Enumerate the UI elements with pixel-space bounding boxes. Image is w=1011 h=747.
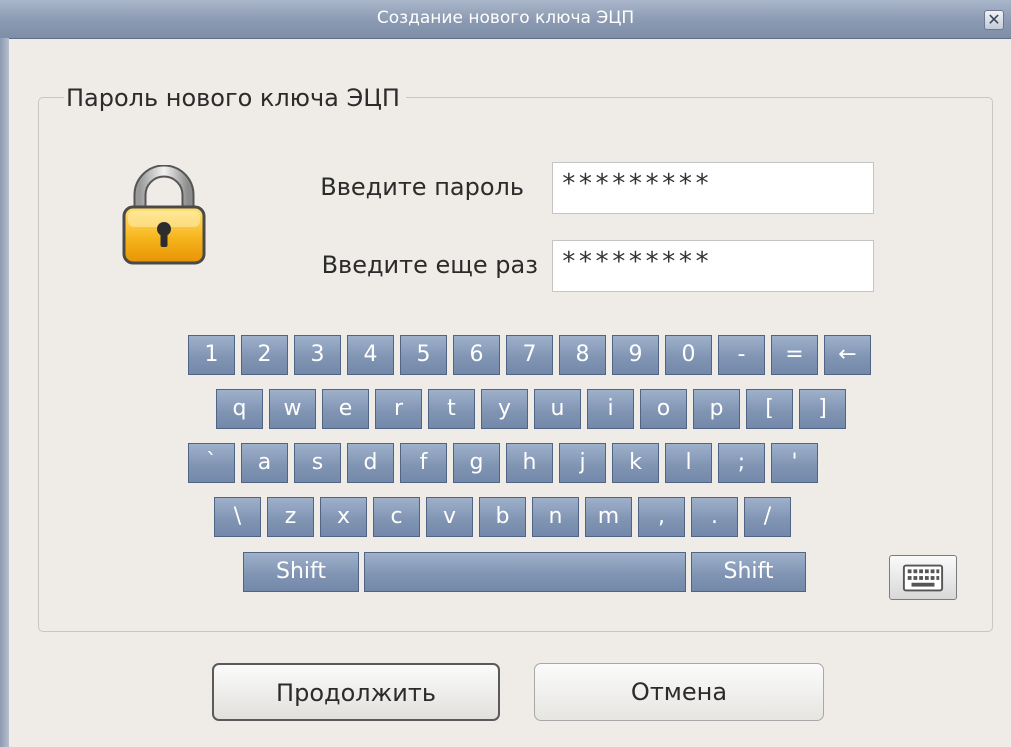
key-row4-3[interactable]: c xyxy=(373,497,420,537)
key-row1-6[interactable]: 7 xyxy=(506,335,553,375)
key-row2-5[interactable]: y xyxy=(481,389,528,429)
key-row1-3[interactable]: 4 xyxy=(347,335,394,375)
confirm-password-input[interactable]: ********* xyxy=(552,240,874,292)
keyboard-icon[interactable] xyxy=(889,555,957,600)
key-row4-2[interactable]: x xyxy=(320,497,367,537)
key-row4-10[interactable]: / xyxy=(744,497,791,537)
key-row2-9[interactable]: p xyxy=(693,389,740,429)
key-row3-4[interactable]: f xyxy=(400,443,447,483)
key-row3-0[interactable]: ` xyxy=(188,443,235,483)
window-left-edge xyxy=(0,38,9,747)
key-row2-0[interactable]: q xyxy=(216,389,263,429)
dialog-window: Создание нового ключа ЭЦП ✕ Пароль новог… xyxy=(0,0,1011,747)
close-icon[interactable]: ✕ xyxy=(984,10,1004,30)
key-row4-7[interactable]: m xyxy=(585,497,632,537)
key-shift-right[interactable]: Shift xyxy=(691,552,806,592)
key-row3-2[interactable]: s xyxy=(294,443,341,483)
key-row2-1[interactable]: w xyxy=(269,389,316,429)
key-row1-4[interactable]: 5 xyxy=(400,335,447,375)
key-row1-5[interactable]: 6 xyxy=(453,335,500,375)
key-row4-9[interactable]: . xyxy=(691,497,738,537)
title-bar: Создание нового ключа ЭЦП ✕ xyxy=(0,0,1011,39)
key-row4-5[interactable]: b xyxy=(479,497,526,537)
key-row3-11[interactable]: ' xyxy=(771,443,818,483)
key-row1-1[interactable]: 2 xyxy=(241,335,288,375)
group-legend: Пароль нового ключа ЭЦП xyxy=(64,84,406,112)
key-row2-8[interactable]: o xyxy=(640,389,687,429)
cancel-button[interactable]: Отмена xyxy=(534,663,824,721)
key-row2-7[interactable]: i xyxy=(587,389,634,429)
key-row1-11[interactable]: = xyxy=(771,335,818,375)
key-row2-10[interactable]: [ xyxy=(746,389,793,429)
key-row4-8[interactable]: , xyxy=(638,497,685,537)
key-row2-6[interactable]: u xyxy=(534,389,581,429)
key-row1-10[interactable]: - xyxy=(718,335,765,375)
key-row4-0[interactable]: \ xyxy=(214,497,261,537)
key-row2-2[interactable]: e xyxy=(322,389,369,429)
key-row3-9[interactable]: l xyxy=(665,443,712,483)
key-row1-9[interactable]: 0 xyxy=(665,335,712,375)
key-row1-0[interactable]: 1 xyxy=(188,335,235,375)
continue-button[interactable]: Продолжить xyxy=(212,663,500,721)
key-row3-3[interactable]: d xyxy=(347,443,394,483)
key-row1-12[interactable]: ← xyxy=(824,335,871,375)
key-space[interactable] xyxy=(364,552,686,592)
key-row2-11[interactable]: ] xyxy=(799,389,846,429)
key-row1-8[interactable]: 9 xyxy=(612,335,659,375)
key-row3-1[interactable]: a xyxy=(241,443,288,483)
lock-icon xyxy=(122,165,206,265)
key-row3-5[interactable]: g xyxy=(453,443,500,483)
key-row3-6[interactable]: h xyxy=(506,443,553,483)
password-label: Введите пароль xyxy=(320,173,524,201)
window-title: Создание нового ключа ЭЦП xyxy=(376,8,635,28)
key-row3-10[interactable]: ; xyxy=(718,443,765,483)
key-row2-3[interactable]: r xyxy=(375,389,422,429)
key-row3-7[interactable]: j xyxy=(559,443,606,483)
key-row1-2[interactable]: 3 xyxy=(294,335,341,375)
key-row4-1[interactable]: z xyxy=(267,497,314,537)
key-shift-left[interactable]: Shift xyxy=(243,552,359,592)
key-row2-4[interactable]: t xyxy=(428,389,475,429)
key-row3-8[interactable]: k xyxy=(612,443,659,483)
key-row4-4[interactable]: v xyxy=(426,497,473,537)
key-row1-7[interactable]: 8 xyxy=(559,335,606,375)
key-row4-6[interactable]: n xyxy=(532,497,579,537)
password-input[interactable]: ********* xyxy=(552,162,874,214)
confirm-password-label: Введите еще раз xyxy=(321,251,538,279)
